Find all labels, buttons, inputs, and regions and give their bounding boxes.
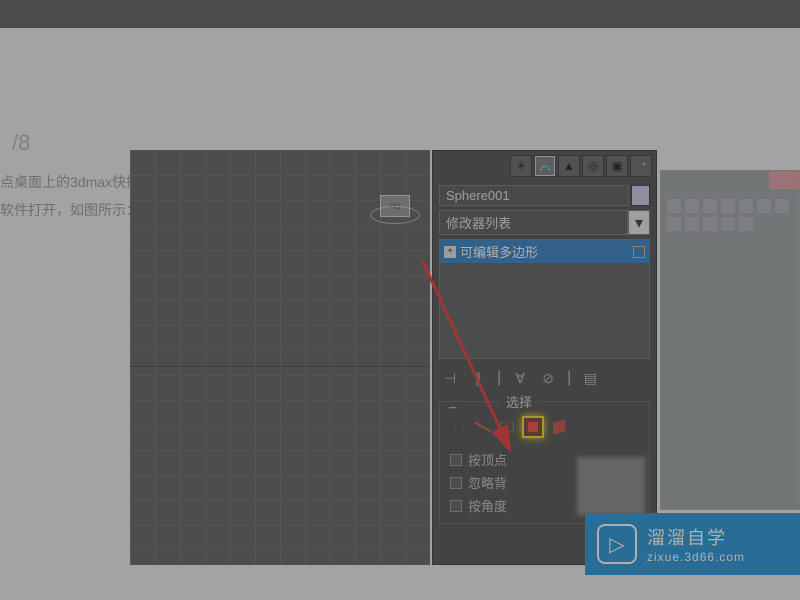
blurred-region (577, 457, 645, 515)
step-total: /8 (12, 130, 30, 155)
background-ui-panel (660, 170, 800, 510)
stack-tools: ⊣ ∥ | ∀ ⊘ | ▤ (439, 365, 650, 391)
create-tab-icon[interactable]: ✳ (510, 155, 532, 177)
3d-viewport[interactable]: HU (130, 150, 430, 565)
configure-sets-icon[interactable]: ▤ (581, 369, 599, 387)
stack-item-editable-poly[interactable]: + 可编辑多边形 (440, 240, 649, 263)
instruction-line: 点桌面上的3dmax快捷 (0, 168, 140, 196)
viewport-grid: HU (130, 150, 430, 565)
step-number: /8 (12, 130, 30, 156)
pin-stack-icon[interactable]: ⊣ (441, 369, 459, 387)
brand-name: 溜溜自学 (647, 524, 745, 550)
object-name-input[interactable] (439, 185, 629, 206)
modify-tab-icon[interactable] (534, 155, 556, 177)
vertex-mode-icon[interactable]: ⋮⋮ (450, 418, 468, 436)
horizon-axis (130, 366, 430, 367)
stack-toggle-icon[interactable] (633, 246, 645, 258)
expand-icon[interactable]: + (444, 246, 456, 258)
ignore-backfacing-checkbox[interactable] (450, 477, 462, 489)
by-vertex-checkbox[interactable] (450, 454, 462, 466)
hierarchy-tab-icon[interactable]: ▲ (558, 155, 580, 177)
make-unique-icon[interactable]: ∀ (511, 369, 529, 387)
modifier-list-label: 修改器列表 (439, 210, 628, 235)
command-panel: ✳ ▲ ◎ ▣ 修改器列表 ▾ + 可编辑多边形 ⊣ ∥ | ∀ ⊘ | ▤ − (432, 150, 657, 565)
category-tabs: ✳ ▲ ◎ ▣ (433, 151, 656, 181)
show-end-result-icon[interactable]: ∥ (469, 369, 487, 387)
polygon-mode-icon (526, 420, 540, 434)
object-ring (370, 206, 420, 224)
edge-mode-icon[interactable] (474, 418, 492, 436)
brand-url: zixue.3d66.com (647, 550, 745, 564)
chevron-down-icon[interactable]: ▾ (628, 210, 650, 235)
display-tab-icon[interactable]: ▣ (606, 155, 628, 177)
selection-rollout: − 选择 ⋮⋮ 按顶点 忽略背 按角度 (439, 401, 650, 524)
subobject-selection-row: ⋮⋮ (446, 408, 643, 448)
top-bar (0, 0, 800, 28)
collapse-icon[interactable]: − (448, 400, 457, 418)
stack-item-label: 可编辑多边形 (460, 242, 538, 261)
border-mode-icon[interactable] (498, 418, 516, 436)
utilities-tab-icon[interactable] (630, 155, 652, 177)
modifier-stack[interactable]: + 可编辑多边形 (439, 239, 650, 359)
object-color-swatch[interactable] (631, 185, 650, 206)
brand-banner: ▷ 溜溜自学 zixue.3d66.com (585, 513, 800, 575)
by-angle-label: 按角度 (468, 496, 507, 515)
motion-tab-icon[interactable]: ◎ (582, 155, 604, 177)
close-icon (769, 171, 799, 189)
modifier-list-dropdown[interactable]: 修改器列表 ▾ (439, 210, 650, 235)
polygon-mode-button[interactable] (522, 416, 544, 438)
rollout-title[interactable]: 选择 (500, 392, 538, 411)
ignore-backfacing-label: 忽略背 (468, 473, 507, 492)
by-angle-checkbox[interactable] (450, 500, 462, 512)
instruction-line: 软件打开，如图所示： (0, 196, 140, 224)
remove-modifier-icon[interactable]: ⊘ (539, 369, 557, 387)
instructions-text: 点桌面上的3dmax快捷 软件打开，如图所示： (0, 168, 140, 224)
by-vertex-label: 按顶点 (468, 450, 507, 469)
play-icon: ▷ (597, 524, 637, 564)
object-name-row (439, 185, 650, 206)
element-mode-icon[interactable] (550, 418, 568, 436)
